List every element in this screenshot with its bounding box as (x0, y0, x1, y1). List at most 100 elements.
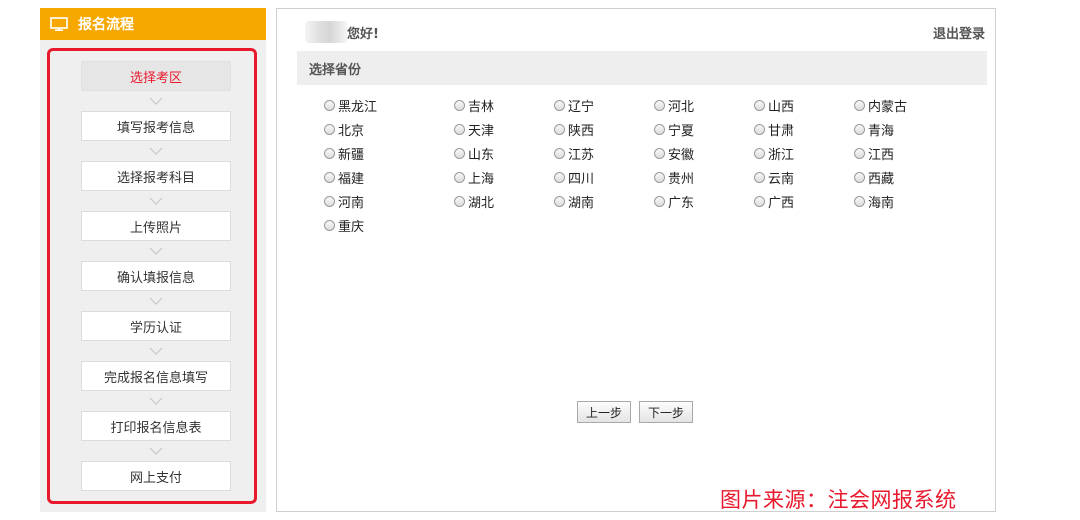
province-option[interactable]: 湖北 (454, 189, 554, 213)
radio-button[interactable] (854, 123, 865, 135)
province-option[interactable]: 湖南 (554, 189, 654, 213)
province-option[interactable]: 上海 (454, 165, 554, 189)
province-label: 辽宁 (568, 99, 595, 115)
province-option[interactable]: 宁夏 (654, 117, 754, 141)
province-row: 重庆 (324, 213, 984, 237)
radio-button[interactable] (324, 147, 335, 159)
province-label: 云南 (768, 171, 795, 187)
province-option[interactable]: 吉林 (454, 93, 554, 117)
radio-button[interactable] (554, 123, 565, 135)
province-label: 贵州 (668, 171, 695, 187)
province-option[interactable]: 广东 (654, 189, 754, 213)
province-label: 河南 (338, 195, 365, 211)
province-label: 福建 (338, 171, 365, 187)
province-option[interactable]: 云南 (754, 165, 854, 189)
step-item[interactable]: 完成报名信息填写 (81, 361, 231, 391)
province-label: 湖北 (468, 195, 495, 211)
province-label: 山东 (468, 147, 495, 163)
province-option[interactable]: 天津 (454, 117, 554, 141)
radio-button[interactable] (854, 147, 865, 159)
province-option[interactable]: 河北 (654, 93, 754, 117)
radio-button[interactable] (454, 123, 465, 135)
next-step-button[interactable]: 下一步 (639, 401, 694, 423)
radio-button[interactable] (654, 195, 665, 207)
province-option[interactable]: 贵州 (654, 165, 754, 189)
prev-step-button[interactable]: 上一步 (577, 401, 632, 423)
province-label: 江苏 (568, 147, 595, 163)
radio-button[interactable] (554, 171, 565, 183)
chevron-down-icon (81, 141, 231, 161)
avatar (305, 21, 347, 43)
step-item[interactable]: 选择考区 (81, 61, 231, 91)
province-option[interactable]: 重庆 (324, 213, 454, 237)
radio-button[interactable] (754, 99, 765, 111)
radio-button[interactable] (324, 171, 335, 183)
province-label: 陕西 (568, 123, 595, 139)
radio-button[interactable] (324, 123, 335, 135)
province-option[interactable]: 广西 (754, 189, 854, 213)
step-item[interactable]: 填写报考信息 (81, 111, 231, 141)
radio-button[interactable] (324, 99, 335, 111)
radio-button[interactable] (854, 195, 865, 207)
step-item[interactable]: 上传照片 (81, 211, 231, 241)
province-option[interactable]: 北京 (324, 117, 454, 141)
logout-link[interactable]: 退出登录 (933, 23, 985, 42)
sidebar-header: 报名流程 (40, 8, 266, 40)
button-row: 上一步 下一步 (577, 401, 694, 423)
province-option[interactable]: 西藏 (854, 165, 954, 189)
radio-button[interactable] (854, 171, 865, 183)
province-option[interactable]: 黑龙江 (324, 93, 454, 117)
step-item[interactable]: 选择报考科目 (81, 161, 231, 191)
radio-button[interactable] (754, 123, 765, 135)
radio-button[interactable] (754, 195, 765, 207)
radio-button[interactable] (454, 147, 465, 159)
radio-button[interactable] (754, 147, 765, 159)
province-option[interactable]: 河南 (324, 189, 454, 213)
step-list: 选择考区填写报考信息 选择报考科目 上传照片确认填报信息 学历认证完成报名信息填写 打印… (81, 61, 231, 491)
province-option[interactable]: 四川 (554, 165, 654, 189)
province-option[interactable]: 内蒙古 (854, 93, 954, 117)
radio-button[interactable] (654, 123, 665, 135)
radio-button[interactable] (454, 195, 465, 207)
chevron-down-icon (81, 341, 231, 361)
province-option[interactable]: 辽宁 (554, 93, 654, 117)
radio-button[interactable] (554, 195, 565, 207)
radio-button[interactable] (554, 99, 565, 111)
chevron-down-icon (81, 191, 231, 211)
step-item[interactable]: 网上支付 (81, 461, 231, 491)
province-option[interactable]: 青海 (854, 117, 954, 141)
sidebar: 报名流程 选择考区填写报考信息 选择报考科目 上传照片确认填报信息 学历认证完成报名信… (40, 8, 266, 512)
chevron-down-icon (81, 241, 231, 261)
radio-button[interactable] (754, 171, 765, 183)
radio-button[interactable] (324, 219, 335, 231)
province-option[interactable]: 甘肃 (754, 117, 854, 141)
radio-button[interactable] (554, 147, 565, 159)
province-option[interactable]: 陕西 (554, 117, 654, 141)
step-item[interactable]: 打印报名信息表 (81, 411, 231, 441)
province-label: 内蒙古 (868, 99, 908, 115)
radio-button[interactable] (324, 195, 335, 207)
province-option[interactable]: 浙江 (754, 141, 854, 165)
province-option[interactable]: 山西 (754, 93, 854, 117)
radio-button[interactable] (654, 99, 665, 111)
province-option[interactable]: 福建 (324, 165, 454, 189)
radio-button[interactable] (854, 99, 865, 111)
province-label: 浙江 (768, 147, 795, 163)
province-label: 甘肃 (768, 123, 795, 139)
province-option[interactable]: 山东 (454, 141, 554, 165)
steps-highlight-box: 选择考区填写报考信息 选择报考科目 上传照片确认填报信息 学历认证完成报名信息填写 打印… (47, 48, 257, 504)
province-option[interactable]: 海南 (854, 189, 954, 213)
radio-button[interactable] (654, 147, 665, 159)
province-option[interactable]: 江西 (854, 141, 954, 165)
step-item[interactable]: 学历认证 (81, 311, 231, 341)
step-item[interactable]: 确认填报信息 (81, 261, 231, 291)
province-label: 北京 (338, 123, 365, 139)
province-option[interactable]: 江苏 (554, 141, 654, 165)
radio-button[interactable] (654, 171, 665, 183)
monitor-icon (50, 17, 68, 31)
province-option[interactable]: 新疆 (324, 141, 454, 165)
province-row: 河南 湖北 湖南 广东 广西 海南 (324, 189, 984, 213)
radio-button[interactable] (454, 171, 465, 183)
province-option[interactable]: 安徽 (654, 141, 754, 165)
radio-button[interactable] (454, 99, 465, 111)
